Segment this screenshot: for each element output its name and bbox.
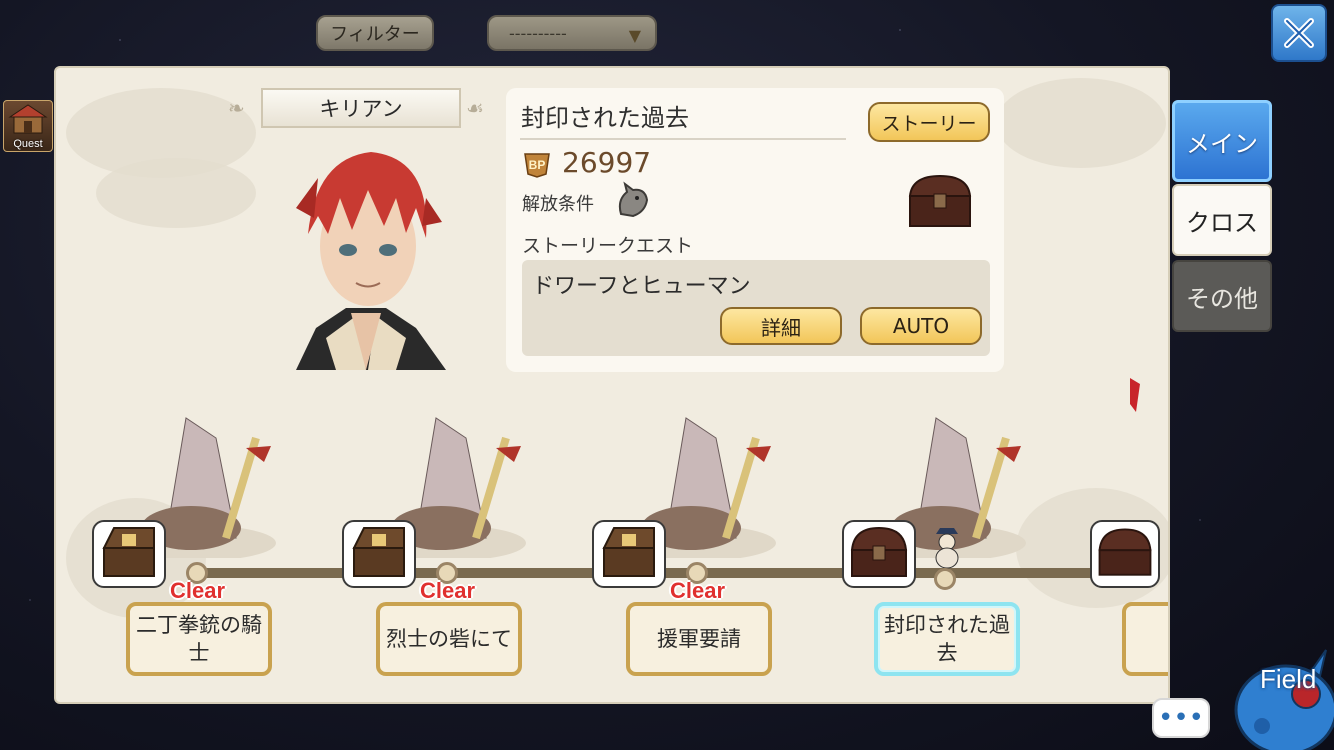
treasure-chest-open-icon <box>602 527 655 577</box>
title-divider <box>520 138 846 140</box>
stage-clear-label: Clear <box>170 578 226 603</box>
quest-menu-button[interactable]: Quest <box>3 100 53 152</box>
treasure-chest-open-icon <box>102 527 155 577</box>
character-name: キリアン <box>319 97 403 121</box>
stage-card[interactable]: 二丁拳銃の騎士 <box>126 602 272 676</box>
story-button[interactable]: ストーリー <box>868 102 990 142</box>
ornament-left-icon: ❧ <box>228 96 245 120</box>
story-quest-name: ドワーフとヒューマン <box>532 274 751 299</box>
quest-label: Quest <box>13 138 43 150</box>
chat-button[interactable]: ••• <box>1152 698 1210 738</box>
gray-beast-icon <box>618 181 649 218</box>
cloud-decoration <box>96 158 256 228</box>
auto-button[interactable]: AUTO <box>860 307 982 345</box>
stage-card-active[interactable]: 封印された過去 <box>874 602 1020 676</box>
stage-card[interactable]: 烈士の砦にて <box>376 602 522 676</box>
cloud-decoration <box>996 78 1166 168</box>
unlock-condition-label: 解放条件 <box>522 194 594 215</box>
filter-dropdown-value: ---------- <box>509 23 567 43</box>
field-creature-icon[interactable] <box>1222 646 1334 750</box>
stage-reward-bubble <box>592 520 666 588</box>
quest-type-label: ストーリークエスト <box>522 235 694 257</box>
tab-other[interactable]: その他 <box>1172 260 1272 332</box>
bp-value: 26997 <box>562 146 652 179</box>
ornament-right-icon: ☙ <box>466 96 484 120</box>
treasure-chest-open-icon <box>352 527 405 577</box>
detail-button[interactable]: 詳細 <box>720 307 842 345</box>
stage-node-dot <box>934 568 956 590</box>
stage-clear-label: Clear <box>670 578 726 603</box>
quest-title: 封印された過去 <box>521 104 689 132</box>
triangle-down-icon: ▼ <box>628 26 641 45</box>
stage-path-track <box>196 568 1156 578</box>
stage-reward-bubble <box>1090 520 1160 588</box>
tab-cross[interactable]: クロス <box>1172 184 1272 256</box>
stage-card-next[interactable] <box>1122 602 1168 676</box>
quest-info-card: 封印された過去 ストーリー BP 26997 解放条件 ストーリークエスト ドワ… <box>506 88 1004 372</box>
treasure-chest-closed-icon <box>850 526 908 577</box>
close-button[interactable] <box>1271 4 1327 62</box>
stage-reward-bubble <box>92 520 166 588</box>
stage-reward-bubble <box>342 520 416 588</box>
bp-label: BP <box>529 158 546 172</box>
player-avatar-icon <box>935 528 959 569</box>
stage-card[interactable]: 援軍要請 <box>626 602 772 676</box>
character-name-plate: キリアン <box>261 88 461 128</box>
treasure-chest-closed-icon <box>1098 528 1152 576</box>
stage-clear-label: Clear <box>420 578 476 603</box>
treasure-chest-icon[interactable] <box>904 172 976 230</box>
stage-reward-bubble <box>842 520 916 588</box>
filter-button[interactable]: フィルター <box>316 15 434 51</box>
chat-ellipsis-icon: ••• <box>1157 703 1204 733</box>
tab-main[interactable]: メイン <box>1172 100 1272 182</box>
quest-panel: ❧ キリアン ☙ 封印された過去 ストーリー BP 26997 解放条件 ストー… <box>54 66 1170 704</box>
character-portrait <box>296 152 446 370</box>
field-label: Field <box>1260 664 1317 694</box>
bp-icon: BP <box>524 153 550 178</box>
scroll-marker-icon <box>1130 378 1140 412</box>
quest-house-icon <box>8 104 48 134</box>
story-quest-box: ドワーフとヒューマン 詳細 AUTO <box>522 260 990 356</box>
close-icon <box>1284 18 1314 48</box>
filter-dropdown[interactable]: ---------- ▼ <box>487 15 657 51</box>
